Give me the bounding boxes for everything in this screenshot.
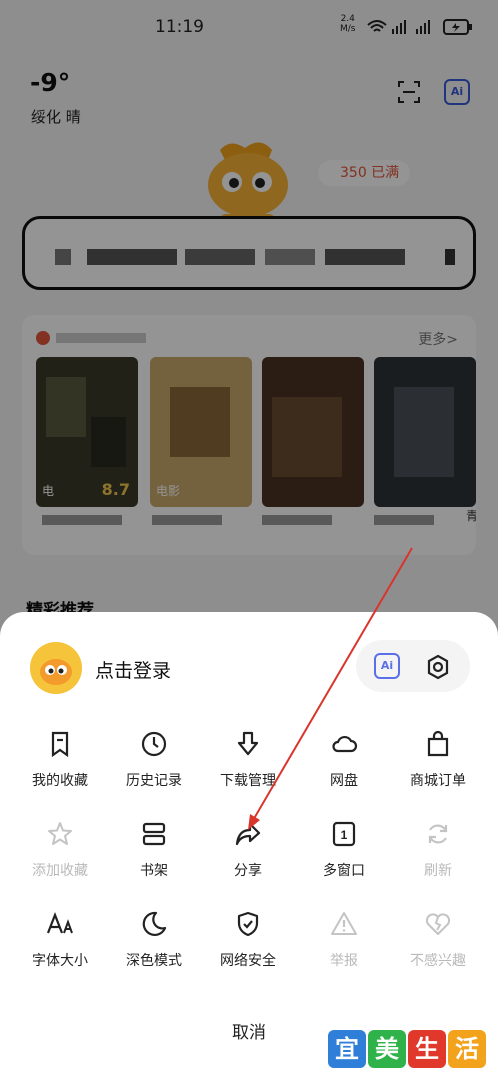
menu-item-font-size[interactable]: 字体大小 [12,910,108,970]
menu-item-label: 不感兴趣 [410,953,466,969]
watermark-char: 生 [408,1030,446,1068]
quick-actions-pill: Ai [356,640,470,692]
menu-item-label: 网络安全 [220,953,276,969]
menu-item-label: 字体大小 [32,953,88,969]
avatar-mascot-icon [30,642,82,694]
menu-item-label: 书架 [140,863,168,879]
menu-item-label: 举报 [330,953,358,969]
font-size-icon [46,911,73,934]
menu-item-label: 刷新 [424,863,452,879]
menu-item-refresh[interactable]: 刷新 [390,820,486,880]
watermark-char: 活 [448,1030,486,1068]
menu-item-label: 下载管理 [220,773,276,789]
menu-row-2: 添加收藏 书架 分享 1 多窗口 刷新 [0,820,498,890]
refresh-icon [428,824,448,844]
star-icon [48,822,72,845]
menu-item-label: 多窗口 [323,863,365,879]
menu-item-label: 历史记录 [126,773,182,789]
menu-item-label: 添加收藏 [32,863,88,879]
menu-item-not-interested[interactable]: 不感兴趣 [390,910,486,970]
cloud-icon [332,735,358,753]
shopping-bag-icon [427,730,449,757]
window-count: 1 [341,828,348,842]
menu-item-favorites[interactable]: 我的收藏 [12,730,108,790]
settings-gear-icon[interactable] [424,653,452,681]
window-count-icon: 1 [332,821,356,847]
moon-icon [142,911,167,937]
login-prompt[interactable]: 点击登录 [95,656,171,683]
menu-item-label: 深色模式 [126,953,182,969]
menu-item-bookshelf[interactable]: 书架 [106,820,202,880]
watermark-char: 美 [368,1030,406,1068]
menu-item-dark-mode[interactable]: 深色模式 [106,910,202,970]
menu-item-label: 商城订单 [410,773,466,789]
cancel-button[interactable]: 取消 [199,1018,299,1043]
clock-icon [141,731,167,757]
menu-item-share[interactable]: 分享 [200,820,296,880]
menu-item-label: 分享 [234,863,262,879]
menu-item-orders[interactable]: 商城订单 [390,730,486,790]
menu-item-network-security[interactable]: 网络安全 [200,910,296,970]
shield-check-icon [237,911,259,937]
watermark-char: 宜 [328,1030,366,1068]
menu-item-cloud-drive[interactable]: 网盘 [296,730,392,790]
menu-item-report[interactable]: 举报 [296,910,392,970]
menu-item-label: 我的收藏 [32,773,88,789]
warning-icon [331,912,357,935]
menu-sheet: 点击登录 Ai 我的收藏 历史记录 下载管理 网盘 商城订单 添加收藏 书架 分… [0,612,498,1080]
bookshelf-icon [142,822,166,846]
share-icon [235,822,261,846]
bookmark-icon [51,731,69,758]
download-icon [237,731,259,756]
menu-item-downloads[interactable]: 下载管理 [200,730,296,790]
broken-heart-icon [425,913,451,935]
ai-button[interactable]: Ai [374,653,400,679]
menu-item-history[interactable]: 历史记录 [106,730,202,790]
menu-item-multi-window[interactable]: 1 多窗口 [296,820,392,880]
menu-item-add-favorite[interactable]: 添加收藏 [12,820,108,880]
watermark-logo: 宜美生活 [328,1030,488,1070]
menu-row-1: 我的收藏 历史记录 下载管理 网盘 商城订单 [0,730,498,800]
menu-item-label: 网盘 [330,773,358,789]
menu-row-3: 字体大小 深色模式 网络安全 举报 不感兴趣 [0,910,498,980]
avatar[interactable] [30,642,82,694]
